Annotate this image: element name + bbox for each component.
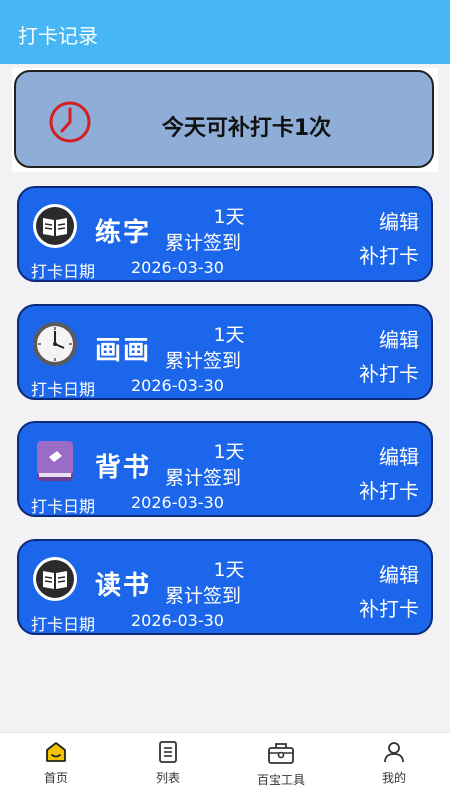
- total-checkin-label: 累计签到: [165, 232, 242, 254]
- purple-book-icon: [37, 441, 73, 481]
- checkin-date-label: 打卡日期: [31, 497, 96, 516]
- toolbox-icon: [268, 743, 294, 764]
- book-reading-icon: [33, 204, 77, 248]
- total-checkin-label: 累计签到: [165, 585, 242, 607]
- checkin-date: 2026-03-30: [131, 611, 224, 630]
- makeup-banner-text: 今天可补打卡1次: [161, 116, 332, 141]
- wall-clock-icon: [33, 322, 77, 366]
- checkin-days: 1天: [213, 324, 245, 346]
- makeup-checkin-button[interactable]: 补打卡: [359, 475, 419, 504]
- checkin-date-label: 打卡日期: [31, 262, 96, 281]
- makeup-checkin-button[interactable]: 补打卡: [359, 240, 419, 269]
- checkin-card[interactable]: 画画 1天 累计签到 编辑 补打卡 打卡日期 2026-03-30: [17, 304, 433, 400]
- tab-toolbox-label: 百宝工具: [256, 773, 305, 787]
- checkin-date: 2026-03-30: [131, 258, 224, 277]
- tab-list-label: 列表: [155, 771, 180, 785]
- tab-home[interactable]: 首页: [0, 733, 112, 800]
- checkin-date: 2026-03-30: [131, 376, 224, 395]
- tab-toolbox[interactable]: 百宝工具: [225, 733, 337, 800]
- total-checkin-label: 累计签到: [165, 467, 242, 489]
- top-bar: 打卡记录: [0, 0, 450, 64]
- card-title: 练字: [95, 218, 152, 248]
- card-title: 背书: [95, 453, 152, 483]
- checkin-date-label: 打卡日期: [31, 615, 96, 634]
- checkin-card[interactable]: 背书 1天 累计签到 编辑 补打卡 打卡日期 2026-03-30: [17, 421, 433, 517]
- makeup-checkin-button[interactable]: 补打卡: [359, 593, 419, 622]
- checkin-days: 1天: [213, 441, 245, 463]
- page-title: 打卡记录: [18, 24, 98, 48]
- checkin-card[interactable]: 练字 1天 累计签到 编辑 补打卡 打卡日期 2026-03-30: [17, 186, 433, 282]
- edit-button[interactable]: 编辑: [379, 206, 419, 235]
- total-checkin-label: 累计签到: [165, 350, 242, 372]
- tab-list[interactable]: 列表: [112, 733, 224, 800]
- book-reading-icon: [33, 557, 77, 601]
- card-title: 读书: [95, 571, 152, 601]
- edit-button[interactable]: 编辑: [379, 324, 419, 353]
- makeup-checkin-button[interactable]: 补打卡: [359, 358, 419, 387]
- card-title: 画画: [95, 336, 152, 366]
- checkin-days: 1天: [213, 559, 245, 581]
- tab-home-label: 首页: [43, 771, 68, 785]
- bottom-tab-bar: 首页 列表 百宝工具 我的: [0, 732, 450, 800]
- tab-profile[interactable]: 我的: [338, 733, 450, 800]
- makeup-banner-panel: 今天可补打卡1次: [14, 70, 434, 168]
- edit-button[interactable]: 编辑: [379, 441, 419, 470]
- checkin-card[interactable]: 读书 1天 累计签到 编辑 补打卡 打卡日期 2026-03-30: [17, 539, 433, 635]
- checkin-date: 2026-03-30: [131, 493, 224, 512]
- checkin-days: 1天: [213, 206, 245, 228]
- checkin-date-label: 打卡日期: [31, 380, 96, 399]
- makeup-banner: 今天可补打卡1次: [12, 68, 438, 172]
- edit-button[interactable]: 编辑: [379, 559, 419, 588]
- user-icon: [384, 742, 404, 763]
- list-icon: [159, 741, 177, 763]
- tab-profile-label: 我的: [381, 771, 406, 785]
- home-icon: [46, 742, 66, 762]
